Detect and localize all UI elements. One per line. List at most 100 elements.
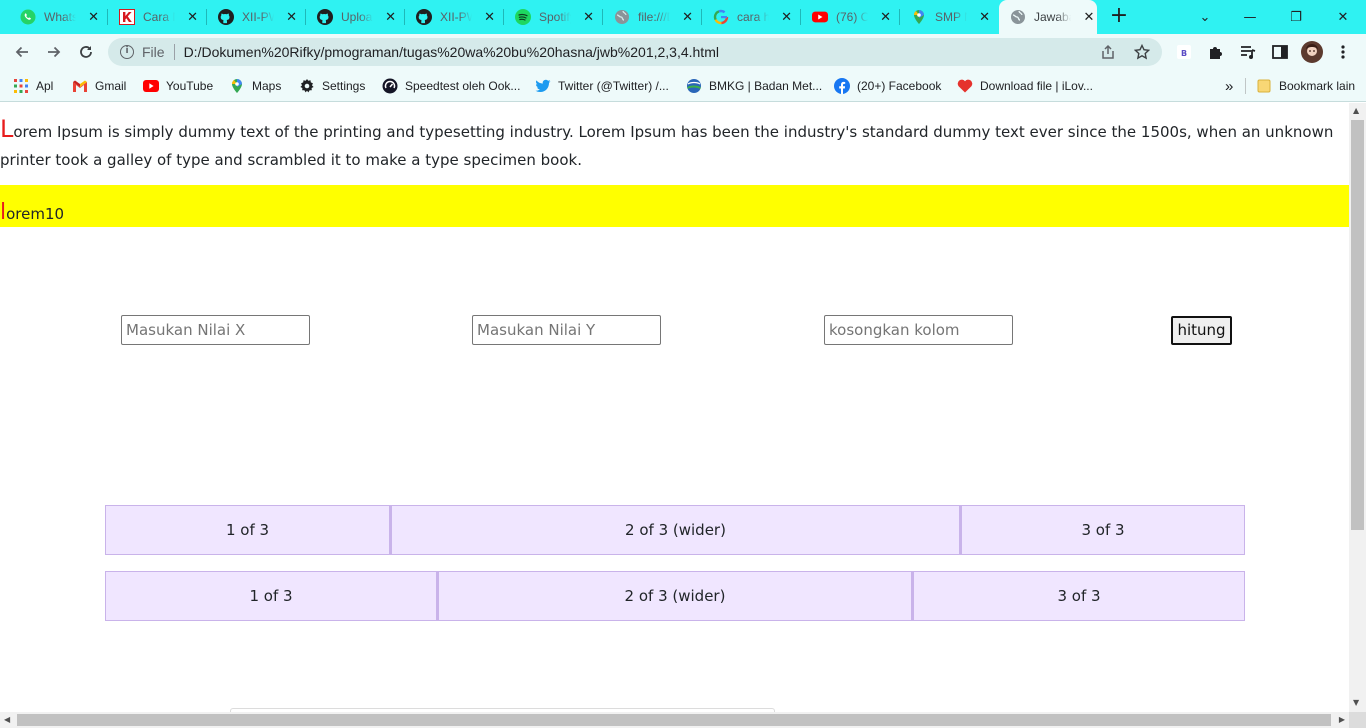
- google-icon: [713, 9, 729, 25]
- browser-toolbar: i File D:/Dokumen%20Rifky/pmograman/tuga…: [0, 34, 1366, 70]
- horizontal-scroll-thumb[interactable]: [17, 714, 1331, 726]
- forward-button[interactable]: [41, 39, 67, 65]
- address-scheme-label: File: [142, 44, 165, 60]
- grid-cell-wide: 2 of 3 (wider): [437, 571, 912, 621]
- scroll-up-arrow-icon[interactable]: ▲: [1353, 107, 1359, 115]
- bookmarks-overflow-button[interactable]: »: [1225, 76, 1233, 96]
- share-icon[interactable]: [1100, 44, 1116, 60]
- close-icon[interactable]: ✕: [781, 10, 792, 25]
- address-url[interactable]: D:/Dokumen%20Rifky/pmograman/tugas%20wa%…: [184, 44, 719, 60]
- tab-github-1[interactable]: XII-PWPB ✕: [198, 0, 297, 34]
- github-icon: [317, 9, 333, 25]
- close-icon[interactable]: ✕: [286, 10, 297, 25]
- tab-active-jawaban[interactable]: Jawaban ✕: [999, 0, 1097, 34]
- new-tab-button[interactable]: +: [1109, 5, 1129, 29]
- bookmark-ilovepdf[interactable]: Download file | iLov...: [957, 76, 1093, 96]
- maps-pin-icon: [229, 78, 245, 94]
- bookmark-other-folder[interactable]: Bookmark lain: [1256, 76, 1355, 96]
- tab-google[interactable]: cara hitung ✕: [693, 0, 792, 34]
- tab-whatsapp[interactable]: WhatsApp ✕: [0, 0, 99, 34]
- close-icon[interactable]: ✕: [682, 10, 693, 25]
- bookmark-star-icon[interactable]: [1134, 44, 1150, 60]
- restore-button[interactable]: ❐: [1273, 0, 1319, 34]
- close-icon[interactable]: ✕: [1083, 10, 1095, 25]
- github-icon: [218, 9, 234, 25]
- close-icon[interactable]: ✕: [88, 10, 99, 25]
- horizontal-scrollbar[interactable]: ◀ ▶: [0, 712, 1349, 728]
- bookmark-maps[interactable]: Maps: [229, 76, 281, 96]
- tab-search-button[interactable]: ⌄: [1182, 0, 1228, 34]
- bookmark-label: Download file | iLov...: [980, 79, 1093, 93]
- media-playlist-icon[interactable]: [1238, 42, 1258, 62]
- gmail-icon: [72, 78, 88, 94]
- close-window-button[interactable]: ✕: [1320, 0, 1366, 34]
- side-panel-icon[interactable]: [1270, 42, 1290, 62]
- kompas-icon: [119, 9, 135, 25]
- tab-github-3[interactable]: XII-PWPB ✕: [396, 0, 495, 34]
- tab-title: (76) Cara: [836, 10, 869, 24]
- youtube-icon: [143, 78, 159, 94]
- close-icon[interactable]: ✕: [385, 10, 396, 25]
- bookmark-bmkg[interactable]: BMKG | Badan Met...: [686, 76, 822, 96]
- grid-cell: 3 of 3: [960, 505, 1245, 555]
- vertical-scroll-thumb[interactable]: [1351, 120, 1364, 530]
- extension-b-icon[interactable]: B: [1174, 42, 1194, 62]
- grid-row-1: 1 of 3 2 of 3 (wider) 3 of 3: [105, 505, 1245, 555]
- scroll-right-arrow-icon[interactable]: ▶: [1339, 715, 1345, 724]
- minimize-button[interactable]: —: [1227, 0, 1273, 34]
- bookmark-youtube[interactable]: YouTube: [143, 76, 213, 96]
- calculate-button[interactable]: hitung: [1171, 316, 1232, 345]
- tab-youtube[interactable]: (76) Cara ✕: [792, 0, 891, 34]
- tab-kompas[interactable]: Cara Membuat ✕: [99, 0, 198, 34]
- tab-title: Upload: [341, 10, 373, 24]
- tab-spotify[interactable]: Spotify ✕: [495, 0, 594, 34]
- tab-title: SMP Negeri: [935, 10, 967, 24]
- speedtest-icon: [382, 78, 398, 94]
- tab-title: Spotify: [539, 10, 571, 24]
- close-icon[interactable]: ✕: [187, 10, 198, 25]
- info-icon[interactable]: i: [120, 45, 134, 59]
- bookmark-speedtest[interactable]: Speedtest oleh Ook...: [382, 76, 520, 96]
- result-input[interactable]: [824, 315, 1013, 345]
- close-icon[interactable]: ✕: [484, 10, 495, 25]
- scroll-left-arrow-icon[interactable]: ◀: [4, 715, 10, 724]
- grid-cell: 1 of 3: [105, 505, 390, 555]
- twitter-icon: [535, 78, 551, 94]
- vertical-scrollbar[interactable]: ▲ ▼: [1349, 103, 1366, 712]
- svg-text:B: B: [1181, 49, 1187, 58]
- extensions-puzzle-icon[interactable]: [1206, 42, 1226, 62]
- tab-title: XII-PWPB: [440, 10, 472, 24]
- address-bar[interactable]: i File D:/Dokumen%20Rifky/pmograman/tuga…: [108, 38, 1162, 66]
- bookmark-twitter[interactable]: Twitter (@Twitter) /...: [535, 76, 669, 96]
- spotify-icon: [515, 9, 531, 25]
- scroll-down-arrow-icon[interactable]: ▼: [1353, 699, 1359, 707]
- tab-maps[interactable]: SMP Negeri ✕: [891, 0, 990, 34]
- grid-cell: 3 of 3: [912, 571, 1245, 621]
- reload-icon: [80, 46, 92, 58]
- arrow-left-icon: [15, 46, 28, 58]
- heart-icon: [957, 78, 973, 94]
- tab-strip: WhatsApp ✕ Cara Membuat ✕ XII-PWPB ✕ Upl…: [0, 0, 1366, 34]
- menu-kebab-icon[interactable]: [1333, 42, 1353, 62]
- close-icon[interactable]: ✕: [880, 10, 891, 25]
- bookmark-label: Speedtest oleh Ook...: [405, 79, 521, 93]
- reload-button[interactable]: [73, 39, 99, 65]
- close-icon[interactable]: ✕: [979, 10, 990, 25]
- close-icon[interactable]: ✕: [583, 10, 594, 25]
- avatar[interactable]: [1300, 40, 1324, 64]
- bookmark-apps[interactable]: Apl: [13, 76, 53, 96]
- scrollbar-corner: [1349, 712, 1366, 728]
- back-button[interactable]: [9, 39, 35, 65]
- x-value-input[interactable]: [121, 315, 310, 345]
- bookmark-label: Maps: [252, 79, 282, 93]
- github-icon: [416, 9, 432, 25]
- grid-cell-wide: 2 of 3 (wider): [390, 505, 960, 555]
- tab-file[interactable]: file:///D:/ ✕: [594, 0, 693, 34]
- y-value-input[interactable]: [472, 315, 661, 345]
- bookmark-facebook[interactable]: (20+) Facebook: [834, 76, 941, 96]
- grid-row-2: 1 of 3 2 of 3 (wider) 3 of 3: [105, 571, 1245, 621]
- bookmark-gmail[interactable]: Gmail: [72, 76, 126, 96]
- bookmark-settings[interactable]: Settings: [299, 76, 365, 96]
- globe-icon: [614, 9, 630, 25]
- tab-github-2[interactable]: Upload ✕: [297, 0, 396, 34]
